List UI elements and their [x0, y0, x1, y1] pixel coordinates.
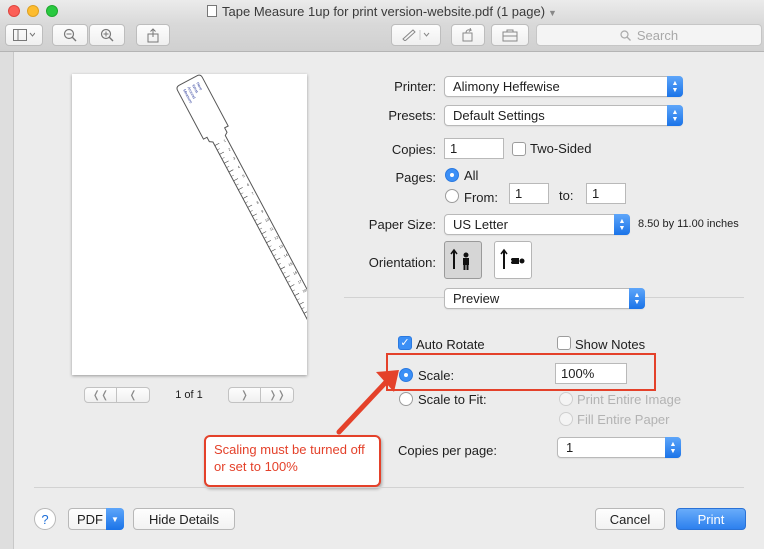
title-chevron-icon[interactable]: ▼: [548, 8, 557, 18]
pen-icon: [402, 29, 430, 41]
pdf-dropdown-arrow-icon: ▼: [106, 508, 124, 530]
print-button[interactable]: Print: [676, 508, 746, 530]
share-button[interactable]: [136, 24, 170, 46]
sidebar-toggle-button[interactable]: [5, 24, 43, 46]
pdf-menu-button[interactable]: PDF ▼: [68, 508, 124, 530]
arrow-shaft: [336, 379, 389, 435]
toolbar: Search: [0, 24, 764, 52]
toolbox-button[interactable]: [491, 24, 529, 46]
pdf-button-label: PDF: [77, 511, 103, 527]
print-sheet: 1234567891011121314151617181920 MeasureA…: [14, 52, 764, 549]
sidebar-icon: [13, 29, 35, 41]
window-title: Tape Measure 1up for print version-websi…: [0, 4, 764, 19]
rotate-icon: [462, 28, 473, 42]
pdf-document-icon: [207, 5, 218, 17]
zoom-out-button[interactable]: [52, 24, 88, 46]
cancel-button[interactable]: Cancel: [595, 508, 665, 530]
window-title-text: Tape Measure 1up for print version-websi…: [222, 4, 546, 19]
annotation-arrow: [336, 370, 399, 435]
document-sidebar-edge: [0, 52, 14, 549]
toolbox-icon: [502, 29, 518, 41]
share-icon: [147, 27, 159, 42]
search-icon: [620, 29, 631, 41]
bottom-divider: [34, 487, 744, 488]
hide-details-button[interactable]: Hide Details: [133, 508, 235, 530]
help-button[interactable]: ?: [34, 508, 56, 530]
annotation-callout: Scaling must be turned off or set to 100…: [204, 435, 381, 487]
zoom-out-icon: [63, 28, 77, 42]
search-placeholder: Search: [636, 27, 679, 43]
zoom-in-icon: [100, 28, 114, 42]
title-bar: Tape Measure 1up for print version-websi…: [0, 0, 764, 24]
zoom-in-button[interactable]: [89, 24, 125, 46]
rotate-button[interactable]: [451, 24, 485, 46]
search-field[interactable]: Search: [536, 24, 762, 46]
markup-button[interactable]: [391, 24, 441, 46]
